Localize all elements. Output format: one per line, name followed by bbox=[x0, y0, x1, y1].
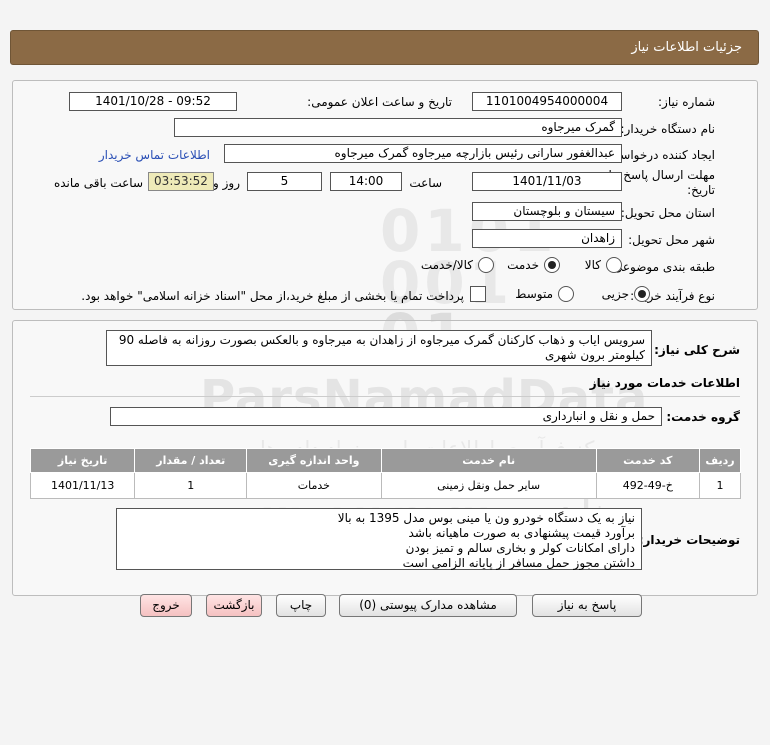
col-service-code: کد خدمت bbox=[595, 448, 700, 473]
buyer-note-line: نیاز به یک دستگاه خودرو ون یا مینی بوس م… bbox=[337, 511, 635, 525]
cell-quantity: 1 bbox=[134, 472, 248, 499]
exit-button[interactable]: خروج bbox=[140, 594, 192, 617]
service-group-label: گروه خدمت: bbox=[666, 410, 740, 424]
treasury-note: پرداخت تمام یا بخشی از مبلغ خرید،از محل … bbox=[81, 289, 464, 303]
process-option-minor[interactable]: جزیی bbox=[602, 286, 650, 302]
radio-icon[interactable] bbox=[606, 257, 622, 273]
announce-datetime-field: 1401/10/28 - 09:52 bbox=[69, 92, 237, 111]
respond-button[interactable]: پاسخ به نیاز bbox=[532, 594, 642, 617]
city-label: شهر محل تحویل: bbox=[628, 233, 715, 247]
radio-icon[interactable] bbox=[558, 286, 574, 302]
print-button[interactable]: چاپ bbox=[276, 594, 326, 617]
page-title: جزئیات اطلاعات نیاز bbox=[631, 40, 742, 55]
buyer-notes-label: توضیحات خریدار: bbox=[638, 533, 740, 547]
category-option-goods-service[interactable]: کالا/خدمت bbox=[421, 257, 494, 273]
category-option-service[interactable]: خدمت bbox=[507, 257, 560, 273]
days-field: 5 bbox=[247, 172, 322, 191]
deadline-time-label: ساعت bbox=[409, 176, 442, 190]
announce-label: تاریخ و ساعت اعلان عمومی: bbox=[307, 95, 452, 109]
view-attachments-button[interactable]: مشاهده مدارک پیوستی (0) bbox=[339, 594, 517, 617]
service-group-field: حمل و نقل و انبارداری bbox=[110, 407, 662, 426]
province-label: استان محل تحویل: bbox=[620, 206, 715, 220]
deadline-label: مهلت ارسال پاسخ: تا تاریخ: bbox=[608, 168, 715, 198]
deadline-label-line2: تاریخ: bbox=[687, 183, 715, 197]
deadline-label-line1: مهلت ارسال پاسخ: تا bbox=[608, 168, 715, 182]
treasury-checkbox[interactable] bbox=[470, 286, 486, 302]
province-field: سیستان و بلوچستان bbox=[472, 202, 622, 221]
buyer-note-line: داشتن مجوز حمل مسافر از پایانه الزامی اس… bbox=[402, 556, 635, 570]
back-button[interactable]: بازگشت bbox=[206, 594, 262, 617]
buyer-note-line: برآورد قیمت پیشنهادی به صورت ماهیانه باش… bbox=[408, 526, 635, 540]
deadline-date-field: 1401/11/03 bbox=[472, 172, 622, 191]
deadline-time-field: 14:00 bbox=[330, 172, 402, 191]
category-option-goods[interactable]: کالا bbox=[585, 257, 622, 273]
process-option-medium[interactable]: متوسط bbox=[515, 286, 574, 302]
contact-info-link[interactable]: اطلاعات تماس خریدار bbox=[99, 148, 210, 162]
radio-icon[interactable] bbox=[478, 257, 494, 273]
col-need-date: تاریخ نیاز bbox=[29, 448, 136, 473]
summary-field: سرویس ایاب و ذهاب کارکنان گمرک میرجاوه ا… bbox=[106, 330, 652, 366]
page-header: جزئیات اطلاعات نیاز bbox=[10, 30, 759, 65]
buyer-notes-field: نیاز به یک دستگاه خودرو ون یا مینی بوس م… bbox=[116, 508, 642, 570]
cell-service-code: خ-49-492 bbox=[595, 472, 700, 499]
cell-row-number: 1 bbox=[698, 472, 742, 499]
col-unit: واحد اندازه گیری bbox=[246, 448, 382, 473]
buyer-note-line: دارای امکانات کولر و بخاری سالم و تمیز ب… bbox=[405, 541, 635, 555]
col-quantity: تعداد / مقدار bbox=[134, 448, 248, 473]
col-row-number: ردیف bbox=[698, 448, 742, 473]
services-section-title: اطلاعات خدمات مورد نیاز bbox=[589, 376, 740, 390]
summary-label: شرح کلی نیاز: bbox=[654, 343, 740, 357]
radio-selected-icon[interactable] bbox=[544, 257, 560, 273]
radio-selected-icon[interactable] bbox=[634, 286, 650, 302]
buyer-org-label: نام دستگاه خریدار: bbox=[620, 122, 716, 136]
category-label: طبقه بندی موضوعی: bbox=[608, 260, 715, 274]
buyer-org-field: گمرک میرجاوه bbox=[174, 118, 622, 137]
remaining-time-field: 03:53:52 bbox=[148, 172, 214, 191]
table-row: 1 خ-49-492 سایر حمل ونقل زمینی خدمات 1 1… bbox=[29, 472, 742, 499]
table-header-row: ردیف کد خدمت نام خدمت واحد اندازه گیری ت… bbox=[29, 448, 742, 473]
services-table: ردیف کد خدمت نام خدمت واحد اندازه گیری ت… bbox=[29, 448, 742, 499]
need-number-label: شماره نیاز: bbox=[658, 95, 715, 109]
days-label: روز و bbox=[213, 176, 240, 190]
remaining-label: ساعت باقی مانده bbox=[53, 176, 143, 190]
cell-unit: خدمات bbox=[246, 472, 382, 499]
col-service-name: نام خدمت bbox=[380, 448, 597, 473]
city-field: زاهدان bbox=[472, 229, 622, 248]
section-divider bbox=[30, 396, 740, 397]
need-number-field: 1101004954000004 bbox=[472, 92, 622, 111]
cell-service-name: سایر حمل ونقل زمینی bbox=[380, 472, 597, 499]
creator-field: عبدالغفور سارانی رئیس بازارچه میرجاوه گم… bbox=[224, 144, 622, 163]
cell-need-date: 1401/11/13 bbox=[29, 472, 136, 499]
